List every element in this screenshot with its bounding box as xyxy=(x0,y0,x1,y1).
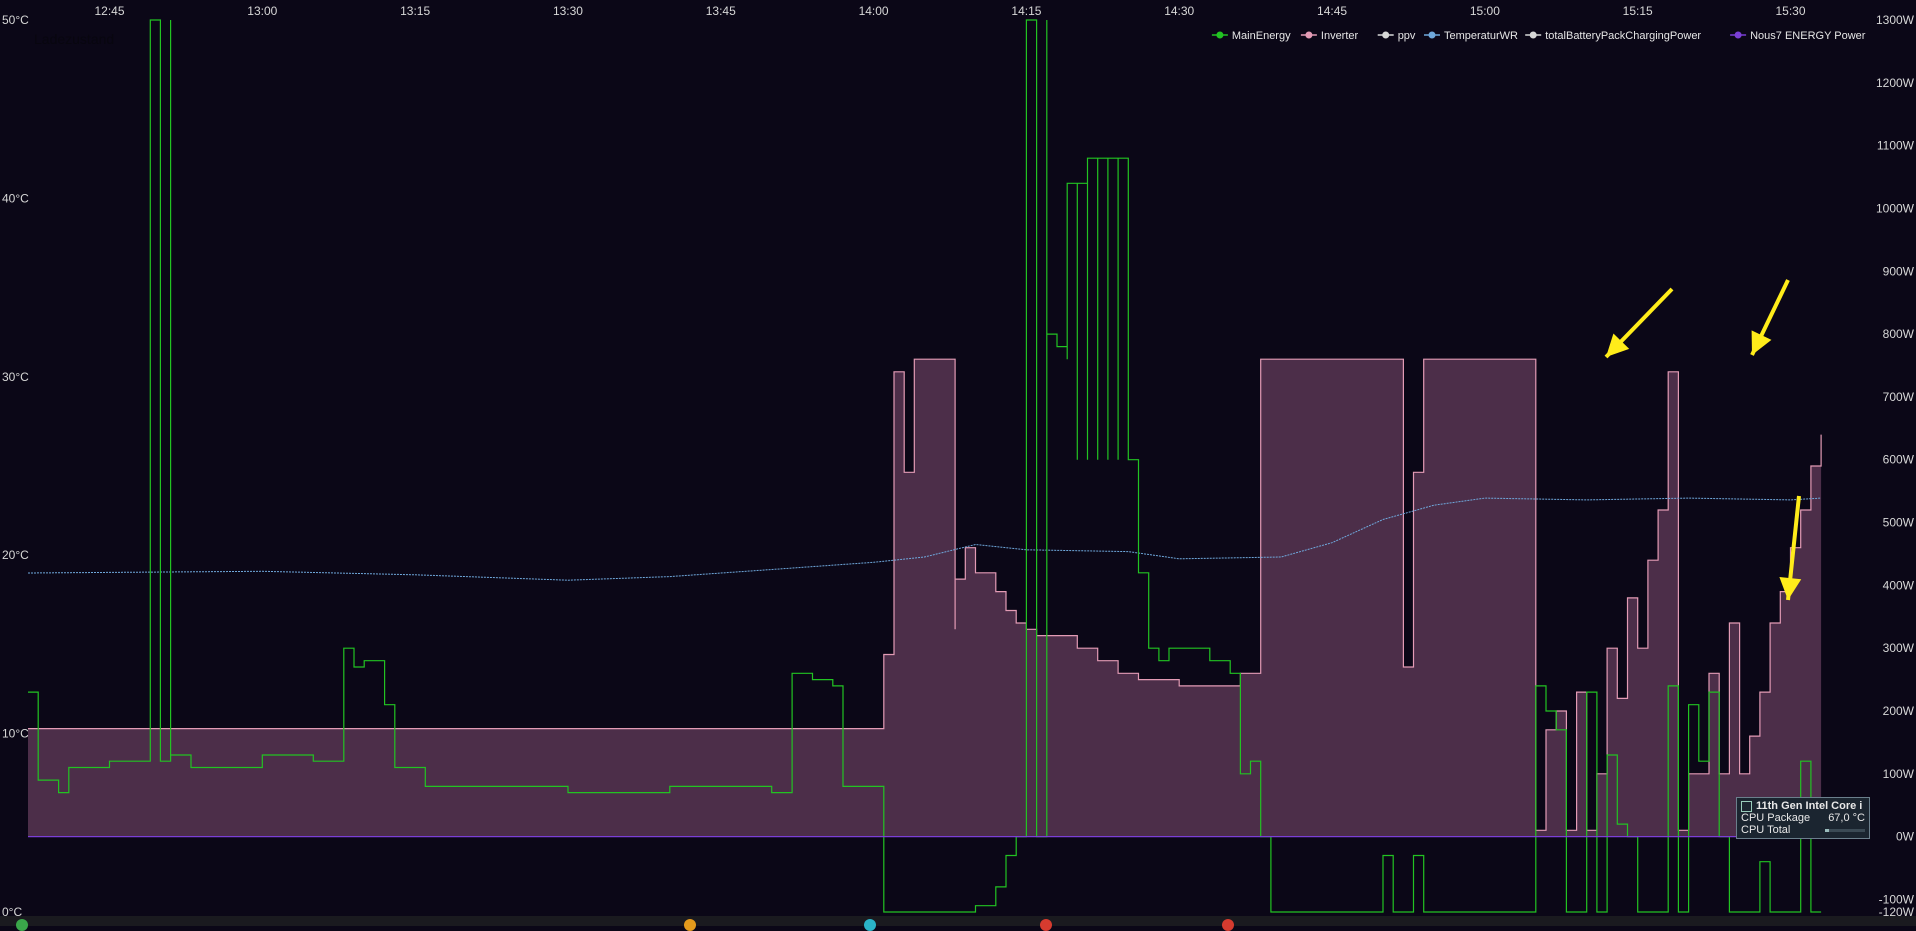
app-icon-orange[interactable] xyxy=(684,919,696,931)
legend-marker-dot xyxy=(1734,31,1742,39)
cpu-monitor-widget[interactable]: 11th Gen Intel Core i CPU Package 67,0 °… xyxy=(1736,797,1870,839)
right-tick-label: 500W xyxy=(1883,516,1915,530)
x-tick-label: 14:30 xyxy=(1164,4,1194,18)
right-tick-label: 200W xyxy=(1883,704,1915,718)
legend-label: totalBatteryPackChargingPower xyxy=(1545,30,1701,42)
x-tick-label: 14:45 xyxy=(1317,4,1347,18)
app-icon-red[interactable] xyxy=(1040,919,1052,931)
right-tick-label: 900W xyxy=(1883,264,1915,278)
right-tick-label: 400W xyxy=(1883,578,1915,592)
right-axis-ticks: -120W-100W0W100W200W300W400W500W600W700W… xyxy=(1876,13,1915,919)
right-tick-label: 300W xyxy=(1883,641,1915,655)
x-tick-label: 14:15 xyxy=(1011,4,1041,18)
cpu-total-label: CPU Total xyxy=(1741,824,1791,836)
legend-marker-dot xyxy=(1305,31,1313,39)
right-tick-label: 1200W xyxy=(1876,76,1915,90)
app-icon-red-2[interactable] xyxy=(1222,919,1234,931)
chart-title-ghost: Ladezustand xyxy=(34,31,114,47)
x-tick-label: 13:45 xyxy=(706,4,736,18)
cpu-total-bar-fill xyxy=(1825,829,1829,832)
app-icon-cyan[interactable] xyxy=(864,919,876,931)
legend-marker-dot xyxy=(1382,31,1390,39)
right-tick-label: 1300W xyxy=(1876,13,1915,27)
cpu-package-value: 67,0 °C xyxy=(1828,812,1865,824)
legend-marker-dot xyxy=(1216,31,1224,39)
legend-marker-dot xyxy=(1529,31,1537,39)
right-tick-label: 700W xyxy=(1883,390,1915,404)
left-axis-ticks: 0°C10°C20°C30°C40°C50°C xyxy=(2,13,29,919)
chart-canvas: Ladezustand 12:45 13:00 13:15 13:30 13:45 14:… xyxy=(2,4,1915,919)
x-tick-label: 15:00 xyxy=(1470,4,1500,18)
left-tick-label: 10°C xyxy=(2,727,29,741)
legend-marker-dot xyxy=(1428,31,1436,39)
x-tick-label: 14:00 xyxy=(859,4,889,18)
chip-icon xyxy=(1741,800,1752,812)
x-tick-label: 13:30 xyxy=(553,4,583,18)
legend-label: ppv xyxy=(1398,30,1416,42)
legend-label: Inverter xyxy=(1321,30,1359,42)
legend-label: MainEnergy xyxy=(1232,30,1291,42)
x-tick-label: 12:45 xyxy=(94,4,124,18)
x-tick-label: 13:00 xyxy=(247,4,277,18)
right-tick-label: -100W xyxy=(1879,892,1915,906)
taskbar[interactable] xyxy=(0,916,1916,926)
right-tick-label: 800W xyxy=(1883,327,1915,341)
right-tick-label: 0W xyxy=(1896,830,1915,844)
left-tick-label: 30°C xyxy=(2,370,29,384)
x-tick-label: 13:15 xyxy=(400,4,430,18)
left-tick-label: 40°C xyxy=(2,191,29,205)
cpu-package-row: CPU Package 67,0 °C xyxy=(1741,812,1865,824)
cpu-widget-header: 11th Gen Intel Core i xyxy=(1741,800,1865,812)
legend-label: TemperaturWR xyxy=(1444,30,1518,42)
cpu-total-row: CPU Total xyxy=(1741,824,1865,836)
start-icon[interactable] xyxy=(16,919,28,931)
legend-label: Nous7 ENERGY Power xyxy=(1750,30,1866,42)
left-tick-label: 20°C xyxy=(2,548,29,562)
left-tick-label: 50°C xyxy=(2,13,29,27)
right-tick-label: 600W xyxy=(1883,453,1915,467)
right-tick-label: 1000W xyxy=(1876,201,1915,215)
x-tick-label: 15:30 xyxy=(1775,4,1805,18)
right-tick-label: 1100W xyxy=(1877,139,1915,153)
cpu-widget-title: 11th Gen Intel Core i xyxy=(1756,800,1863,812)
cpu-package-label: CPU Package xyxy=(1741,812,1811,824)
cpu-total-bar xyxy=(1825,829,1865,832)
right-tick-label: 100W xyxy=(1883,767,1915,781)
x-axis-ticks: 12:45 13:00 13:15 13:30 13:45 14:00 14:15 14:30… xyxy=(94,4,1805,18)
x-tick-label: 15:15 xyxy=(1623,4,1653,18)
